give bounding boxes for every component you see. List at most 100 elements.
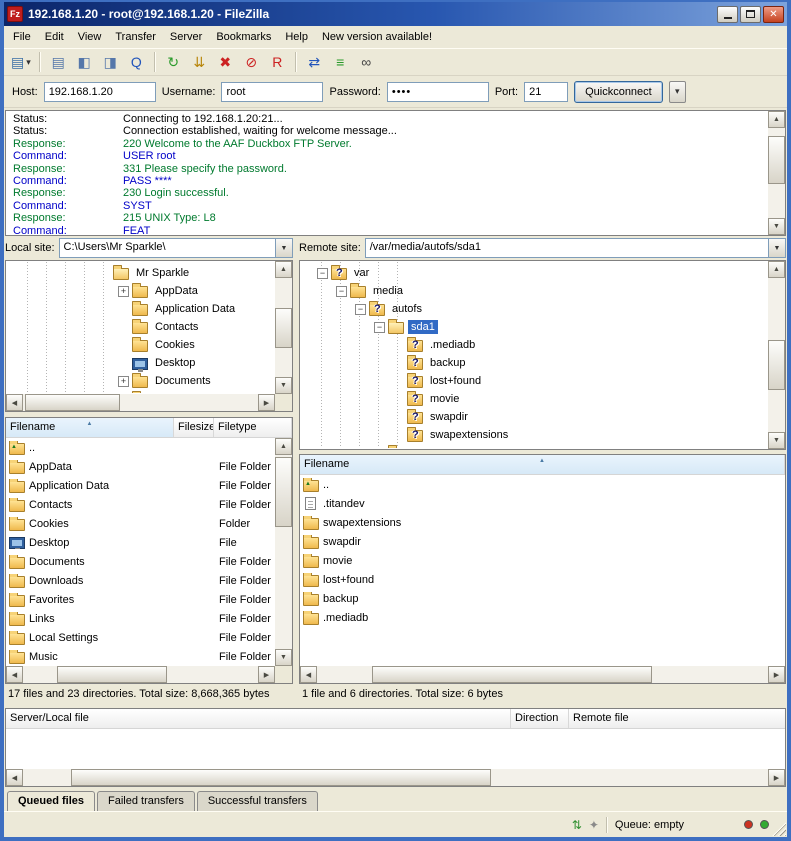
file-row[interactable]: .mediadb: [300, 608, 785, 627]
scrollbar-track[interactable]: [275, 278, 292, 377]
dropdown-arrow-icon[interactable]: [24, 56, 31, 68]
tree-item-mr-sparkle[interactable]: Mr Sparkle: [7, 264, 274, 282]
tree-item-cookies[interactable]: Cookies: [7, 336, 274, 354]
scrollbar-thumb[interactable]: [275, 308, 292, 348]
refresh-button[interactable]: ↻: [161, 51, 186, 74]
tree-item-appdata[interactable]: AppData: [7, 282, 274, 300]
scroll-left-button[interactable]: [6, 769, 23, 786]
tree-item-backup[interactable]: backup: [301, 354, 767, 372]
find-files-button[interactable]: ∞: [354, 51, 379, 74]
local-tree-vertical-scrollbar[interactable]: [275, 261, 292, 394]
tree-item-swapextensions[interactable]: swapextensions: [301, 426, 767, 444]
file-row[interactable]: Local SettingsFile Folder: [6, 628, 292, 647]
scrollbar-thumb[interactable]: [372, 666, 652, 683]
menu-item-bookmarks[interactable]: Bookmarks: [209, 28, 278, 46]
scroll-up-button[interactable]: [275, 438, 292, 455]
tab-successful-transfers[interactable]: Successful transfers: [197, 791, 318, 811]
scroll-down-button[interactable]: [768, 218, 785, 235]
column-header-filesize[interactable]: Filesize: [174, 418, 214, 437]
file-row[interactable]: ContactsFile Folder: [6, 495, 292, 514]
file-row[interactable]: ..: [6, 438, 292, 457]
local-site-combobox[interactable]: C:\Users\Mr Sparkle\: [59, 238, 293, 258]
scrollbar-thumb[interactable]: [275, 457, 292, 527]
menu-item-server[interactable]: Server: [163, 28, 209, 46]
tree-item-documents[interactable]: Documents: [7, 372, 274, 390]
scroll-left-button[interactable]: [300, 666, 317, 683]
file-row[interactable]: Application DataFile Folder: [6, 476, 292, 495]
file-row[interactable]: swapextensions: [300, 513, 785, 532]
scrollbar-thumb[interactable]: [25, 394, 120, 411]
collapse-icon[interactable]: [317, 268, 328, 279]
remote-tree-vertical-scrollbar[interactable]: [768, 261, 785, 449]
scrollbar-track[interactable]: [275, 455, 292, 649]
scrollbar-track[interactable]: [23, 769, 768, 786]
expand-icon[interactable]: [118, 286, 129, 297]
quickconnect-button[interactable]: Quickconnect: [574, 81, 663, 103]
scroll-down-button[interactable]: [768, 432, 785, 449]
local-tree-horizontal-scrollbar[interactable]: [6, 394, 275, 411]
file-row[interactable]: AppDataFile Folder: [6, 457, 292, 476]
maximize-button[interactable]: [740, 6, 761, 23]
local-list-vertical-scrollbar[interactable]: [275, 438, 292, 666]
filter-icon[interactable]: ✦: [589, 819, 599, 831]
menu-item-view[interactable]: View: [71, 28, 109, 46]
file-row[interactable]: DesktopFile: [6, 533, 292, 552]
file-row[interactable]: MusicFile Folder: [6, 647, 292, 666]
synchronized-browsing-button[interactable]: ≡: [328, 51, 353, 74]
toggle-queue-button[interactable]: Q: [124, 51, 149, 74]
column-header-filetype[interactable]: Filetype: [214, 418, 292, 437]
file-row[interactable]: movie: [300, 551, 785, 570]
minimize-button[interactable]: [717, 6, 738, 23]
tree-item-var[interactable]: var: [301, 264, 767, 282]
tree-item-dvd[interactable]: dvd: [301, 444, 767, 448]
tree-item-autofs[interactable]: autofs: [301, 300, 767, 318]
directory-comparison-button[interactable]: ⇄: [302, 51, 327, 74]
scrollbar-thumb[interactable]: [768, 340, 785, 390]
combo-dropdown-icon[interactable]: [275, 239, 292, 257]
scroll-right-button[interactable]: [258, 666, 275, 683]
remote-site-combobox[interactable]: /var/media/autofs/sda1: [365, 238, 786, 258]
scrollbar-track[interactable]: [23, 666, 258, 683]
menu-item-transfer[interactable]: Transfer: [108, 28, 163, 46]
tree-item-swapdir[interactable]: swapdir: [301, 408, 767, 426]
reconnect-button[interactable]: R: [265, 51, 290, 74]
file-row[interactable]: backup: [300, 589, 785, 608]
column-header-server-local-file[interactable]: Server/Local file: [6, 709, 511, 728]
tab-queued-files[interactable]: Queued files: [7, 791, 95, 812]
file-row[interactable]: swapdir: [300, 532, 785, 551]
collapse-icon[interactable]: [374, 322, 385, 333]
file-row[interactable]: FavoritesFile Folder: [6, 590, 292, 609]
disconnect-button[interactable]: ⊘: [239, 51, 264, 74]
collapse-icon[interactable]: [336, 286, 347, 297]
scrollbar-track[interactable]: [768, 278, 785, 432]
toggle-local-tree-button[interactable]: ◧: [72, 51, 97, 74]
site-manager-button[interactable]: ▤: [8, 51, 34, 74]
scroll-down-button[interactable]: [275, 377, 292, 394]
password-input[interactable]: [387, 82, 489, 102]
toggle-message-log-button[interactable]: ▤: [46, 51, 71, 74]
scroll-up-button[interactable]: [768, 111, 785, 128]
quickconnect-dropdown-button[interactable]: [669, 81, 686, 103]
port-input[interactable]: [524, 82, 568, 102]
toggle-remote-tree-button[interactable]: ◨: [98, 51, 123, 74]
tree-item-application-data[interactable]: Application Data: [7, 300, 274, 318]
file-row[interactable]: ..: [300, 475, 785, 494]
process-queue-button[interactable]: ⇊: [187, 51, 212, 74]
scrollbar-thumb[interactable]: [768, 136, 785, 184]
menu-item-new-version-available[interactable]: New version available!: [315, 28, 439, 46]
scroll-right-button[interactable]: [258, 394, 275, 411]
tree-item-lost-found[interactable]: lost+found: [301, 372, 767, 390]
scroll-up-button[interactable]: [768, 261, 785, 278]
cancel-operation-button[interactable]: ✖: [213, 51, 238, 74]
expand-icon[interactable]: [118, 376, 129, 387]
combo-dropdown-icon[interactable]: [768, 239, 785, 257]
column-header-direction[interactable]: Direction: [511, 709, 569, 728]
remote-list-horizontal-scrollbar[interactable]: [300, 666, 785, 683]
title-bar[interactable]: Fz 192.168.1.20 - root@192.168.1.20 - Fi…: [4, 2, 787, 26]
file-row[interactable]: CookiesFolder: [6, 514, 292, 533]
resize-grip[interactable]: [772, 822, 786, 836]
file-row[interactable]: lost+found: [300, 570, 785, 589]
tree-item-sda1[interactable]: sda1: [301, 318, 767, 336]
file-row[interactable]: DocumentsFile Folder: [6, 552, 292, 571]
queue-horizontal-scrollbar[interactable]: [6, 769, 785, 786]
